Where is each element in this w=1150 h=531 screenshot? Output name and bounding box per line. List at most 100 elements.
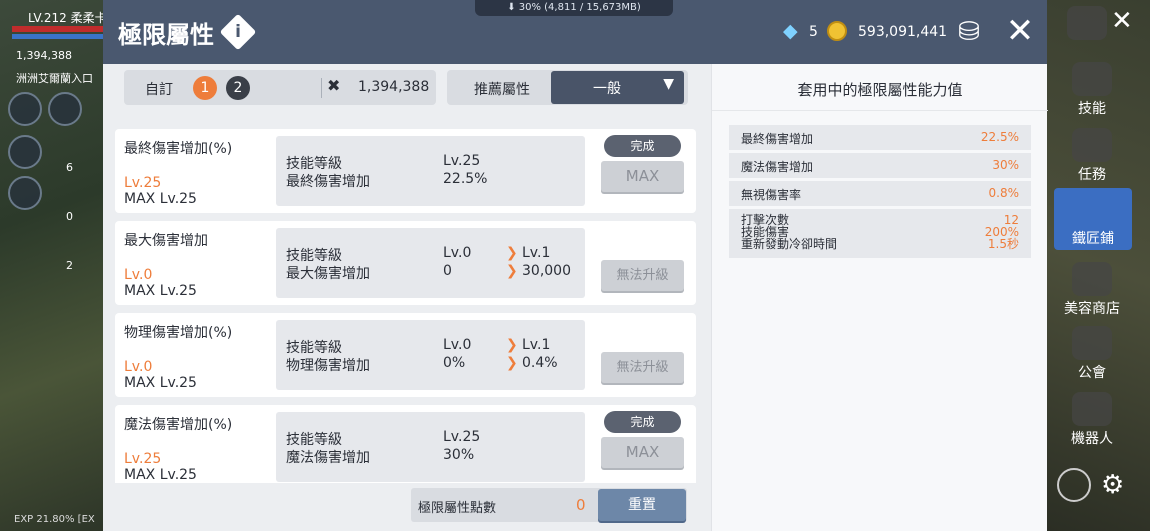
stat-card-magic-damage: 魔法傷害增加(%) Lv.25 MAX Lv.25 技能等級 魔法傷害增加 Lv… [115, 405, 696, 483]
chevron-right-icon: ❯ [506, 355, 518, 371]
sidebar-item-bot[interactable]: 機器人 [1047, 392, 1137, 448]
chevron-right-icon: ❯ [506, 263, 518, 279]
stat-key: 技能等級 [286, 156, 342, 172]
complete-badge: 完成 [604, 411, 681, 433]
combat-power: 1,394,388 [358, 79, 430, 95]
anvil-icon [1073, 192, 1113, 226]
page-title: 極限屬性 [118, 21, 214, 49]
avatar-icon[interactable] [1067, 6, 1107, 40]
stat-name: 物理傷害增加(%) [124, 325, 233, 341]
hud-power: 1,394,388 [16, 49, 72, 62]
applied-stat-keys: 打擊次數 技能傷害 重新發動冷卻時間 [741, 214, 837, 250]
crossed-swords-icon: ✖ [327, 76, 341, 95]
stat-max-level: MAX Lv.25 [124, 375, 197, 391]
stat-current-level: Lv.25 [124, 451, 162, 467]
stat-current-level: Lv.0 [124, 267, 153, 283]
hud-left: LV.212 柔柔卡 1,394,388 洲洲艾爾蘭入口 6 0 2 EXP 2… [0, 0, 107, 531]
skill-slot-icon[interactable] [8, 176, 42, 210]
mp-bar [12, 34, 103, 39]
stat-value: 30% [443, 447, 475, 463]
timer-icon[interactable] [48, 92, 82, 126]
hud-count: 0 [66, 210, 73, 223]
quest-icon [1072, 128, 1112, 162]
stat-value: Lv.25 [443, 153, 481, 169]
hud-map-name: 洲洲艾爾蘭入口 [16, 72, 93, 85]
stat-card-physical-damage: 物理傷害增加(%) Lv.0 MAX Lv.25 技能等級 物理傷害增加 Lv.… [115, 313, 696, 397]
title-bar: 極限屬性 i ⬇ 30% (4,811 / 15,673MB) ◆ 5 593,… [103, 0, 1047, 64]
gem-icon[interactable]: ◆ [783, 21, 803, 41]
cannot-upgrade-button[interactable]: 無法升級 [601, 352, 684, 383]
max-button[interactable]: MAX [601, 161, 684, 192]
stat-value: Lv.0 [443, 337, 472, 353]
coin-count: 593,091,441 [858, 24, 948, 40]
close-hud-icon[interactable]: ✕ [1111, 6, 1133, 36]
stat-card-final-damage: 最終傷害增加(%) Lv.25 MAX Lv.25 技能等級 最終傷害增加 Lv… [115, 129, 696, 213]
player-level: LV.212 柔柔卡 [28, 11, 107, 25]
sidebar-item-beauty-shop[interactable]: 美容商店 [1047, 262, 1137, 318]
stat-key: 最大傷害增加 [286, 266, 370, 282]
preset-filter: 自訂 1 2 ✖ 1,394,388 [124, 70, 436, 105]
applied-stat-row: 無視傷害率 0.8% [729, 181, 1031, 206]
stat-current-level: Lv.25 [124, 175, 162, 191]
back-arrow-icon[interactable] [8, 92, 42, 126]
applied-stat-row-multi: 打擊次數 技能傷害 重新發動冷卻時間 12 200% 1.5秒 [729, 209, 1031, 258]
stat-detail: 技能等級 最大傷害增加 Lv.0 0 ❯ ❯ Lv.1 30,000 [276, 228, 585, 298]
chevron-down-icon: ▼ [663, 76, 674, 92]
preset-1-button[interactable]: 1 [193, 76, 217, 100]
skill-slot-icon[interactable] [8, 135, 42, 169]
hyper-stat-panel: 極限屬性 i ⬇ 30% (4,811 / 15,673MB) ◆ 5 593,… [103, 0, 1048, 531]
refresh-icon[interactable] [1057, 468, 1091, 502]
applied-stat-key: 無視傷害率 [741, 188, 802, 202]
gear-icon[interactable]: ⚙ [1101, 470, 1124, 500]
recommend-label: 推薦屬性 [474, 82, 530, 98]
applied-stat-value: 30% [992, 158, 1019, 172]
stat-card-list[interactable]: 最終傷害增加(%) Lv.25 MAX Lv.25 技能等級 最終傷害增加 Lv… [115, 129, 697, 483]
robot-icon [1072, 392, 1112, 426]
chevron-right-icon: ❯ [506, 337, 518, 353]
stat-max-level: MAX Lv.25 [124, 467, 197, 483]
applied-stat-key: 重新發動冷卻時間 [741, 237, 838, 251]
stat-max-level: MAX Lv.25 [124, 191, 197, 207]
info-icon[interactable]: i [219, 13, 257, 51]
stat-name: 最終傷害增加(%) [124, 141, 233, 157]
preset-label: 自訂 [145, 82, 173, 98]
money-bag-search-icon[interactable]: ⛁ [953, 16, 985, 48]
points-label: 極限屬性點數 [418, 501, 497, 516]
applied-stat-key: 最終傷害增加 [741, 132, 814, 146]
stat-detail: 技能等級 最終傷害增加 Lv.25 22.5% [276, 136, 585, 206]
preset-2-button[interactable]: 2 [226, 76, 250, 100]
skill-icon [1072, 62, 1112, 96]
recommend-selected: 一般 [593, 81, 621, 97]
max-button[interactable]: MAX [601, 437, 684, 468]
stat-value: Lv.0 [443, 245, 472, 261]
stat-value: Lv.25 [443, 429, 481, 445]
close-icon[interactable]: ✕ [1003, 14, 1037, 48]
hud-right-sidebar: ✕ 技能 任務 鐵匠鋪 美容商店 公會 機器人 ⚙ [1047, 0, 1150, 531]
applied-stats-panel: 套用中的極限屬性能力值 最終傷害增加 22.5% 魔法傷害增加 30% 無視傷害… [711, 64, 1048, 531]
sidebar-item-skill[interactable]: 技能 [1047, 62, 1137, 118]
sidebar-item-guild[interactable]: 公會 [1047, 326, 1137, 382]
recommend-dropdown[interactable]: 一般 ▼ [551, 71, 684, 104]
memory-status: ⬇ 30% (4,811 / 15,673MB) [475, 0, 673, 16]
points-value: 0 [576, 496, 586, 514]
applied-stat-values: 12 200% 1.5秒 [985, 214, 1019, 250]
applied-stat-row: 最終傷害增加 22.5% [729, 125, 1031, 150]
recommend-filter: 推薦屬性 一般 ▼ [447, 70, 688, 105]
stat-detail: 技能等級 物理傷害增加 Lv.0 0% ❯ ❯ Lv.1 0.4% [276, 320, 585, 390]
cannot-upgrade-button[interactable]: 無法升級 [601, 260, 684, 291]
stat-list-area: 自訂 1 2 ✖ 1,394,388 推薦屬性 一般 ▼ 最終傷害增加(%) L… [103, 64, 711, 531]
applied-stat-key: 魔法傷害增加 [741, 160, 814, 174]
gem-count: 5 [809, 24, 818, 40]
stat-current-level: Lv.0 [124, 359, 153, 375]
stat-value: 0 [443, 263, 452, 279]
exp-bar-text: EXP 21.80% [EX [14, 514, 95, 525]
sidebar-item-blacksmith[interactable]: 鐵匠鋪 [1054, 188, 1132, 250]
sidebar-item-quest[interactable]: 任務 [1047, 128, 1137, 184]
reset-button[interactable]: 重置 [598, 489, 686, 521]
stat-next-value: Lv.1 [522, 337, 551, 353]
divider [321, 78, 322, 98]
stat-key: 技能等級 [286, 340, 342, 356]
stat-next-value: 0.4% [522, 355, 558, 371]
coin-icon[interactable] [827, 21, 847, 41]
stat-name: 魔法傷害增加(%) [124, 417, 233, 433]
